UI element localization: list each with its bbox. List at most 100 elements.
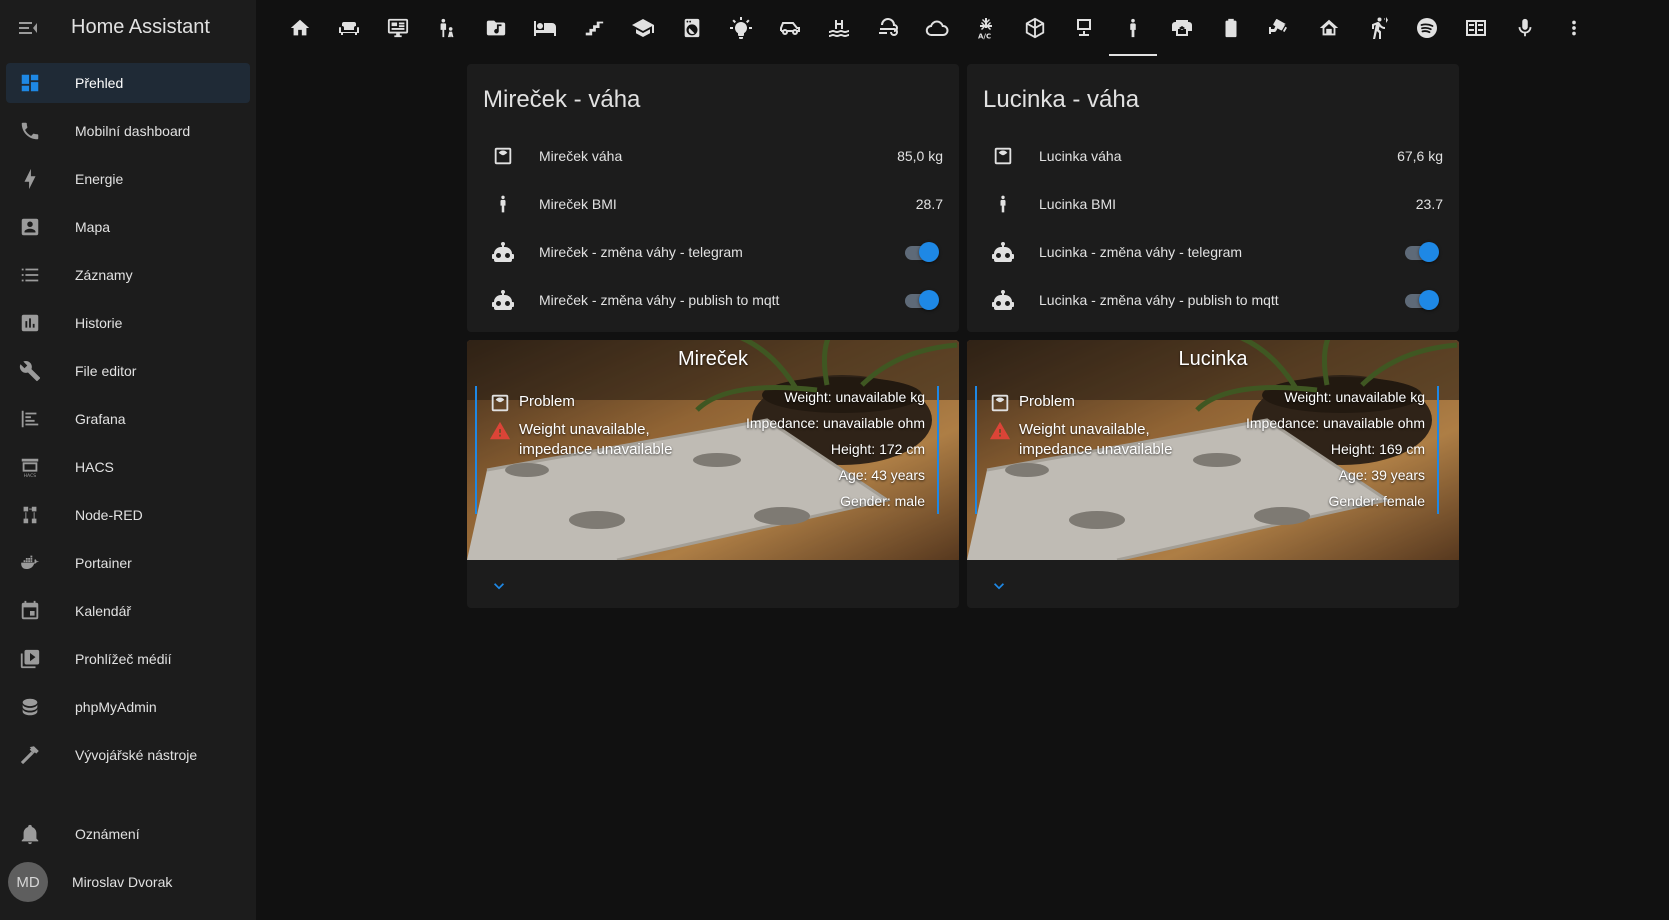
folder-music-icon[interactable] [472, 0, 520, 56]
body-scale-card-mirecek[interactable]: Mireček Problem Weight unavailable, impe… [467, 340, 959, 608]
human-icon[interactable] [1109, 0, 1157, 56]
hacs-icon: HACS [18, 455, 42, 479]
sidebar-item-label: Prohlížeč médií [75, 651, 172, 667]
svg-text:A/C: A/C [978, 33, 991, 41]
sidebar-item-historie[interactable]: Historie [6, 303, 250, 343]
bell-icon [18, 822, 42, 846]
battery-icon[interactable] [1207, 0, 1255, 56]
sidebar-item-mapa[interactable]: Mapa [6, 207, 250, 247]
sidebar-item-energie[interactable]: Energie [6, 159, 250, 199]
entity-row-mqtt: Mireček - změna váhy - publish to mqtt [483, 280, 943, 320]
sidebar-item-kalendar[interactable]: Kalendář [6, 591, 250, 631]
entity-name: Lucinka - změna váhy - telegram [1039, 244, 1243, 260]
sidebar-item-prehled[interactable]: Přehled [6, 63, 250, 103]
bed-icon[interactable] [521, 0, 569, 56]
sidebar-item-prohlizec-medii[interactable]: Prohlížeč médií [6, 639, 250, 679]
avatar: MD [8, 862, 48, 902]
problem-line: Problem [989, 392, 1219, 418]
printer-3d-icon[interactable] [1158, 0, 1206, 56]
lightbulb-icon[interactable] [717, 0, 765, 56]
sidebar-nav: Přehled Mobilní dashboard Energie Mapa Z… [0, 56, 256, 775]
robot-icon [483, 280, 523, 320]
automation-toggle[interactable] [1403, 288, 1439, 312]
cube-icon[interactable] [1011, 0, 1059, 56]
play-box-icon [18, 647, 42, 671]
hammer-icon [18, 743, 42, 767]
sidebar-item-file-editor[interactable]: File editor [6, 351, 250, 391]
spotify-icon[interactable] [1403, 0, 1451, 56]
entity-row-weight[interactable]: Lucinka váha 67,6 kg [983, 136, 1443, 176]
problem-label: Problem [1019, 393, 1075, 410]
scale-status-box: Problem Weight unavailable, impedance un… [975, 386, 1439, 514]
sofa-icon[interactable] [325, 0, 373, 56]
body-scale-card-lucinka[interactable]: Lucinka Problem Weight unavailable, impe… [967, 340, 1459, 608]
school-icon[interactable] [619, 0, 667, 56]
alert-icon [989, 420, 1011, 446]
list-icon [18, 263, 42, 287]
sidebar-item-label: Energie [75, 171, 124, 187]
cloud-icon[interactable] [913, 0, 961, 56]
run-icon[interactable] [1354, 0, 1402, 56]
desk-icon[interactable] [1060, 0, 1108, 56]
user-name: Miroslav Dvorak [72, 874, 173, 890]
sidebar-item-label: HACS [75, 459, 114, 475]
sitemap-icon [18, 503, 42, 527]
warning-text: Weight unavailable, impedance unavailabl… [519, 421, 673, 458]
human-icon [983, 184, 1023, 224]
sidebar-header: Home Assistant [0, 0, 256, 56]
more-vertical-icon[interactable] [1550, 0, 1598, 56]
sidebar-item-portainer[interactable]: Portainer [6, 543, 250, 583]
sidebar-item-node-red[interactable]: Node-RED [6, 495, 250, 535]
cctv-icon[interactable] [1256, 0, 1304, 56]
chart-timeline-icon [18, 407, 42, 431]
menu-collapse-icon[interactable] [0, 0, 56, 56]
monitor-icon[interactable] [374, 0, 422, 56]
sidebar-item-grafana[interactable]: Grafana [6, 399, 250, 439]
scale-attributes: Weight: unavailable kg Impedance: unavai… [1246, 386, 1425, 516]
sidebar-item-user[interactable]: MD Miroslav Dvorak [6, 858, 250, 906]
chevron-down-icon[interactable] [487, 574, 511, 598]
scale-bathroom-icon [483, 136, 523, 176]
warning-line: Weight unavailable, impedance unavailabl… [989, 420, 1219, 460]
entity-row-bmi[interactable]: Mireček BMI 28.7 [483, 184, 943, 224]
chevron-down-icon[interactable] [987, 574, 1011, 598]
sidebar-item-vyvojarske-nastroje[interactable]: Vývojářské nástroje [6, 735, 250, 775]
automation-toggle[interactable] [1403, 240, 1439, 264]
washing-machine-icon[interactable] [668, 0, 716, 56]
air-conditioner-icon[interactable]: A/C [962, 0, 1010, 56]
weather-windy-icon[interactable] [864, 0, 912, 56]
problem-line: Problem [489, 392, 719, 418]
stairs-icon[interactable] [570, 0, 618, 56]
robot-icon [483, 232, 523, 272]
robot-icon [983, 280, 1023, 320]
automation-toggle[interactable] [903, 288, 939, 312]
microphone-icon[interactable] [1501, 0, 1549, 56]
sidebar-item-label: Záznamy [75, 267, 133, 283]
server-network-icon[interactable] [1452, 0, 1500, 56]
home-icon[interactable] [276, 0, 324, 56]
car-icon[interactable] [766, 0, 814, 56]
sidebar-item-mobilni-dashboard[interactable]: Mobilní dashboard [6, 111, 250, 151]
scale-bathroom-icon [989, 392, 1011, 418]
warning-text: Weight unavailable, impedance unavailabl… [1019, 421, 1173, 458]
entity-value: 23.7 [1415, 196, 1443, 212]
sidebar-item-label: File editor [75, 363, 137, 379]
attr-age: Age: 39 years [1338, 467, 1425, 483]
sidebar-item-hacs[interactable]: HACS HACS [6, 447, 250, 487]
sidebar-item-label: Oznámení [75, 826, 140, 842]
attr-height: Height: 169 cm [1330, 441, 1425, 457]
lightning-icon [18, 167, 42, 191]
pool-icon[interactable] [815, 0, 863, 56]
warning-line: Weight unavailable, impedance unavailabl… [489, 420, 719, 460]
entity-row-weight[interactable]: Mireček váha 85,0 kg [483, 136, 943, 176]
scale-background-image: Lucinka Problem Weight unavailable, impe… [967, 340, 1459, 560]
entity-row-bmi[interactable]: Lucinka BMI 23.7 [983, 184, 1443, 224]
sidebar-item-label: phpMyAdmin [75, 699, 157, 715]
sidebar-item-phpmyadmin[interactable]: phpMyAdmin [6, 687, 250, 727]
sidebar-item-notifications[interactable]: Oznámení [6, 810, 250, 858]
sidebar-item-zaznamy[interactable]: Záznamy [6, 255, 250, 295]
automation-toggle[interactable] [903, 240, 939, 264]
home-roof-icon[interactable] [1305, 0, 1353, 56]
sidebar-bottom: Oznámení MD Miroslav Dvorak [0, 810, 256, 906]
family-icon[interactable] [423, 0, 471, 56]
